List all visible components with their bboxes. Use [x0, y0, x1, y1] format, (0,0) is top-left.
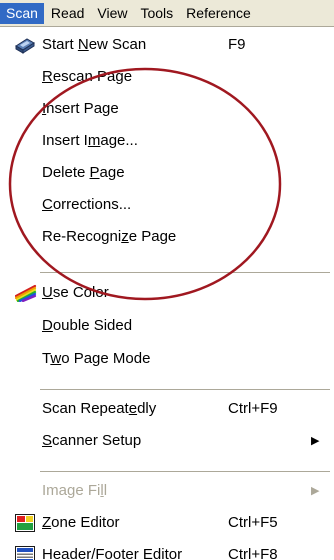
menu-item-label: Rescan Page	[42, 68, 133, 85]
header-footer-editor-icon	[15, 546, 35, 560]
menu-reference[interactable]: Reference	[180, 3, 257, 24]
menu-item-label: Double Sided	[42, 317, 133, 334]
menu-item-label: Scan Repeatedly	[42, 400, 157, 417]
color-brush-icon	[14, 284, 37, 303]
scan-dropdown-menu: Start New Scan F9 Rescan Page Insert Pag…	[0, 27, 334, 560]
menu-item-label: Re-Recognize Page	[42, 228, 177, 245]
menu-separator	[40, 389, 330, 390]
submenu-arrow-icon: ▶	[311, 435, 320, 447]
menu-separator	[40, 272, 330, 273]
shortcut-label: F9	[228, 36, 246, 53]
menu-item-zone-editor[interactable]: Zone Editor Ctrl+F5	[0, 507, 334, 539]
menu-item-label: Insert Image...	[42, 132, 138, 149]
menu-item-start-new-scan[interactable]: Start New Scan F9	[0, 29, 334, 61]
submenu-arrow-icon: ▶	[311, 485, 320, 497]
menu-item-label: Zone Editor	[42, 514, 120, 531]
menu-item-re-recognize-page[interactable]: Re-Recognize Page	[0, 221, 334, 253]
menu-item-image-fill: Image Fill ▶	[0, 475, 334, 507]
scanner-icon	[15, 36, 35, 54]
menu-item-double-sided[interactable]: Double Sided	[0, 310, 334, 342]
menu-bar: Scan Read View Tools Reference	[0, 0, 334, 27]
shortcut-label: Ctrl+F9	[228, 400, 278, 417]
menu-item-label: Scanner Setup	[42, 432, 142, 449]
menu-item-label: Delete Page	[42, 164, 125, 181]
menu-item-two-page-mode[interactable]: Two Page Mode	[0, 343, 334, 375]
shortcut-label: Ctrl+F5	[228, 514, 278, 531]
menu-item-scan-repeatedly[interactable]: Scan Repeatedly Ctrl+F9	[0, 393, 334, 425]
menu-item-rescan-page[interactable]: Rescan Page	[0, 61, 334, 93]
menu-item-label: Use Color	[42, 284, 109, 301]
menu-scan[interactable]: Scan	[0, 2, 44, 24]
shortcut-label: Ctrl+F8	[228, 546, 278, 560]
menu-item-corrections[interactable]: Corrections...	[0, 189, 334, 221]
menu-item-label: Corrections...	[42, 196, 132, 213]
menu-item-label: Image Fill	[42, 482, 108, 499]
menu-item-header-footer-editor[interactable]: Header/Footer Editor Ctrl+F8	[0, 539, 334, 560]
menu-item-insert-image[interactable]: Insert Image...	[0, 125, 334, 157]
menu-view[interactable]: View	[91, 3, 133, 24]
menu-item-use-color[interactable]: Use Color	[0, 277, 334, 309]
menu-read[interactable]: Read	[45, 3, 90, 24]
menu-item-label: Insert Page	[42, 100, 119, 117]
menu-item-label: Two Page Mode	[42, 350, 151, 367]
menu-item-label: Header/Footer Editor	[42, 546, 183, 560]
menu-item-delete-page[interactable]: Delete Page	[0, 157, 334, 189]
menu-item-insert-page[interactable]: Insert Page	[0, 93, 334, 125]
zone-editor-icon	[15, 514, 35, 532]
menu-tools[interactable]: Tools	[134, 3, 179, 24]
menu-item-scanner-setup[interactable]: Scanner Setup ▶	[0, 425, 334, 457]
menu-item-label: Start New Scan	[42, 36, 147, 53]
menu-separator	[40, 471, 330, 472]
